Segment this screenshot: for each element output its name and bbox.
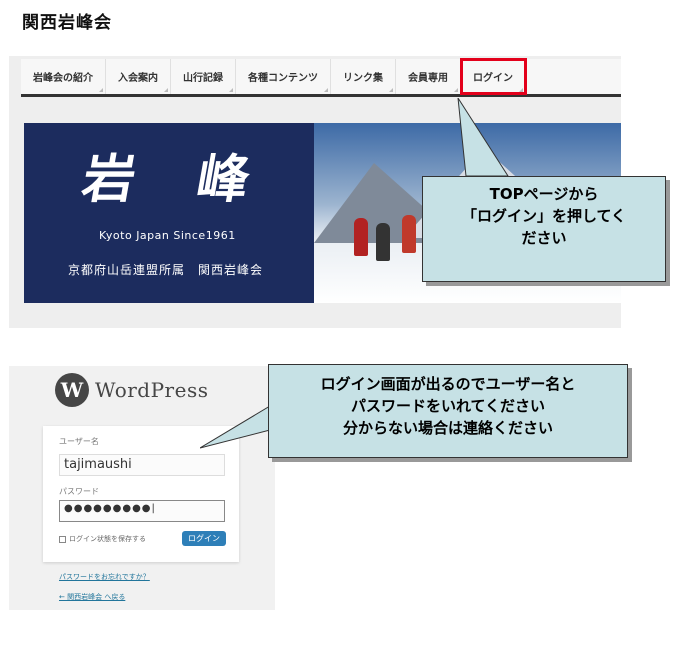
hero-tagline: Kyoto Japan Since1961 — [99, 229, 236, 242]
password-field[interactable]: ●●●●●●●●●| — [59, 500, 225, 522]
nav-item-members[interactable]: 会員専用 — [396, 59, 461, 94]
climber-figure — [402, 215, 416, 253]
nav-item-label: 会員専用 — [408, 73, 448, 84]
nav-item-label: 入会案内 — [118, 73, 158, 84]
password-label: パスワード — [59, 487, 99, 496]
nav-item-join[interactable]: 入会案内 — [106, 59, 171, 94]
back-to-site-link[interactable]: ← 関西岩峰会 へ戻る — [59, 592, 125, 602]
nav-item-about[interactable]: 岩峰会の紹介 — [21, 59, 106, 94]
text-cursor: | — [151, 503, 156, 514]
remember-checkbox[interactable] — [59, 535, 66, 543]
nav-item-login[interactable]: ログイン — [460, 58, 527, 95]
nav-item-label: リンク集 — [343, 73, 383, 84]
callout-line: ログイン画面が出るのでユーザー名と — [320, 375, 576, 393]
password-mask: ●●●●●●●●● — [64, 503, 152, 514]
lost-password-link[interactable]: パスワードをお忘れですか？ — [59, 572, 150, 582]
callout-line: TOPページから — [489, 185, 599, 203]
nav-item-label: 各種コンテンツ — [248, 73, 318, 84]
callout-line: 「ログイン」を押してく — [461, 207, 627, 225]
callout-top: TOPページから 「ログイン」を押してく ださい — [422, 176, 666, 282]
club-logo: 岩 峰 — [77, 149, 277, 210]
username-label: ユーザー名 — [59, 437, 99, 446]
nav-item-links[interactable]: リンク集 — [331, 59, 396, 94]
callout-pointer — [457, 98, 509, 177]
nav-item-records[interactable]: 山行記録 — [171, 59, 236, 94]
wordpress-logo[interactable]: W WordPress — [55, 373, 208, 407]
login-button[interactable]: ログイン — [182, 531, 226, 546]
callout-line: パスワードをいれてください — [350, 397, 546, 415]
nav-item-contents[interactable]: 各種コンテンツ — [236, 59, 331, 94]
callout-line: 分からない場合は連絡ください — [342, 419, 553, 437]
wordpress-logo-text: WordPress — [95, 378, 209, 402]
nav-item-label: 岩峰会の紹介 — [33, 73, 93, 84]
callout-login: ログイン画面が出るのでユーザー名と パスワードをいれてください 分からない場合は… — [268, 364, 628, 458]
main-nav: 岩峰会の紹介 入会案内 山行記録 各種コンテンツ リンク集 会員専用 ログイン — [21, 58, 621, 97]
nav-corner-icon — [164, 88, 168, 92]
remember-label: ログイン状態を保存する — [69, 535, 146, 543]
nav-corner-icon — [389, 88, 393, 92]
nav-corner-icon — [324, 88, 328, 92]
nav-item-label: ログイン — [473, 73, 513, 84]
remember-me[interactable]: ログイン状態を保存する — [59, 534, 146, 544]
nav-corner-icon — [519, 88, 523, 92]
hero-affiliation: 京都府山岳連盟所属 関西岩峰会 — [68, 263, 264, 277]
callout-line: ださい — [521, 229, 567, 247]
hero-logo-area: 岩 峰 Kyoto Japan Since1961 京都府山岳連盟所属 関西岩峰… — [24, 123, 314, 303]
climber-figure — [354, 218, 368, 256]
nav-corner-icon — [99, 88, 103, 92]
climber-figure — [376, 223, 390, 261]
site-title: 関西岩峰会 — [22, 13, 112, 33]
nav-corner-icon — [454, 88, 458, 92]
nav-corner-icon — [229, 88, 233, 92]
wordpress-w-icon: W — [55, 373, 89, 407]
nav-item-label: 山行記録 — [183, 73, 223, 84]
